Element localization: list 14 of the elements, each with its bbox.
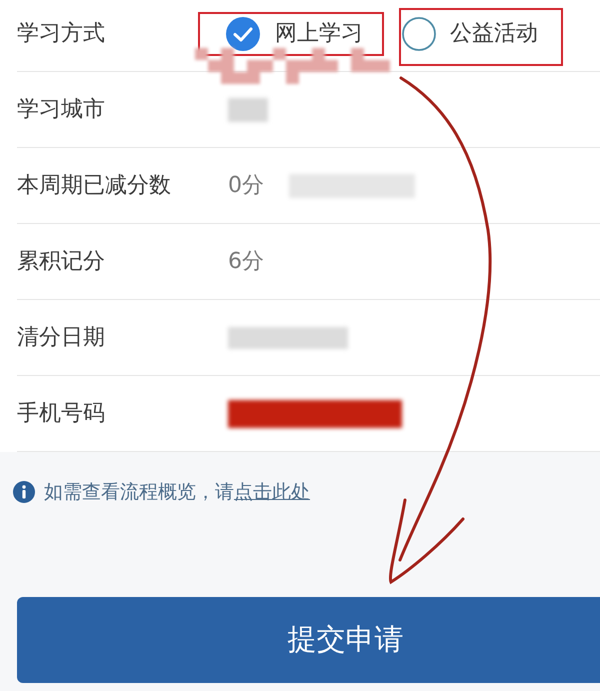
field-label: 本周期已减分数	[17, 172, 171, 198]
field-label: 学习城市	[17, 96, 105, 122]
radio-option[interactable]: 网上学习	[226, 17, 363, 51]
radio-option[interactable]: 公益活动	[402, 17, 538, 51]
field-label: 手机号码	[17, 400, 105, 426]
submit-button[interactable]: 提交申请	[17, 597, 600, 683]
info-icon	[13, 481, 35, 503]
field-value: 0分	[228, 172, 264, 200]
notice-text: 如需查看流程概览，请点击此处	[44, 480, 310, 505]
process-link[interactable]: 点击此处	[234, 481, 310, 503]
field-label: 累积记分	[17, 248, 105, 274]
field-label: 清分日期	[17, 324, 105, 350]
field-value: 6分	[228, 248, 264, 276]
field-label: 学习方式	[17, 21, 105, 46]
